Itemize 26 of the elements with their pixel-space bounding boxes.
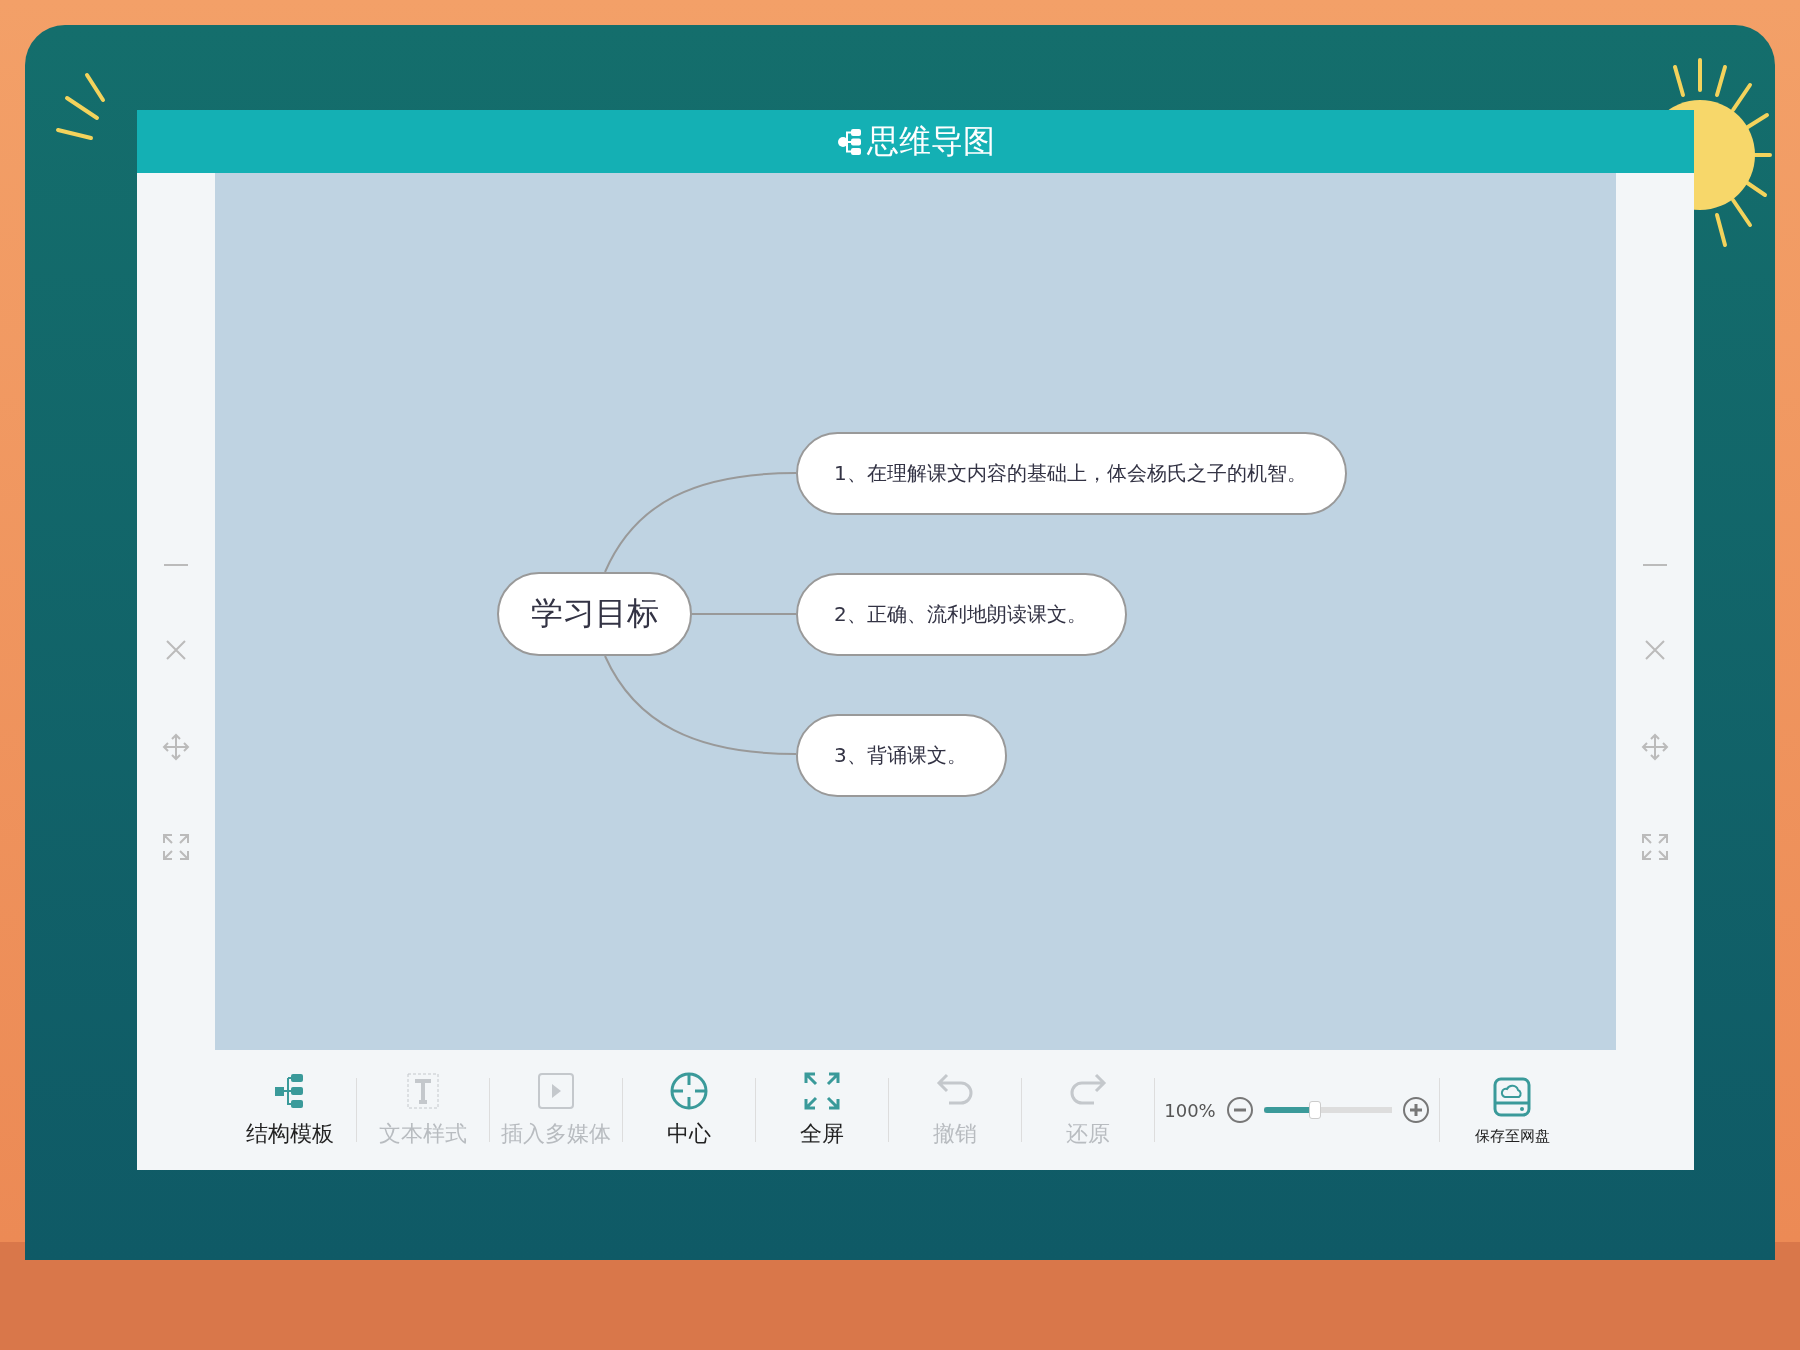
fullscreen-icon	[803, 1071, 841, 1111]
close-icon[interactable]	[165, 638, 187, 661]
toolbar-button[interactable]: 中心	[630, 1071, 748, 1149]
zoom-out-icon[interactable]	[1225, 1096, 1254, 1124]
crosshair-icon	[669, 1071, 709, 1111]
play-media-icon	[537, 1071, 575, 1111]
topic-node[interactable]: 3、背诵课文。	[796, 714, 1007, 797]
slider-thumb[interactable]	[1308, 1101, 1321, 1119]
save-to-cloud-button[interactable]: 保存至网盘	[1447, 1074, 1577, 1146]
minimize-icon[interactable]	[1643, 562, 1667, 567]
text-style-icon	[405, 1071, 441, 1111]
mind-map-logo-icon	[836, 126, 863, 157]
toolbar-button[interactable]: 全屏	[763, 1071, 881, 1149]
minimize-icon[interactable]	[164, 562, 188, 567]
expand-arrows-icon[interactable]	[162, 832, 190, 861]
expand-arrows-icon[interactable]	[1641, 832, 1669, 861]
topic-node[interactable]: 1、在理解课文内容的基础上，体会杨氏之子的机智。	[796, 432, 1347, 515]
zoom-in-icon[interactable]	[1401, 1096, 1430, 1124]
root-node[interactable]: 学习目标	[497, 572, 692, 656]
topic-node[interactable]: 2、正确、流利地朗读课文。	[796, 573, 1127, 656]
toolbar-button[interactable]: 结构模板	[231, 1071, 349, 1149]
close-icon[interactable]	[1644, 638, 1666, 661]
zoom-reading: 100%	[1164, 1099, 1216, 1121]
move-arrows-icon[interactable]	[1641, 732, 1669, 761]
move-arrows-icon[interactable]	[162, 732, 190, 761]
window-title: 思维导图	[866, 120, 995, 162]
